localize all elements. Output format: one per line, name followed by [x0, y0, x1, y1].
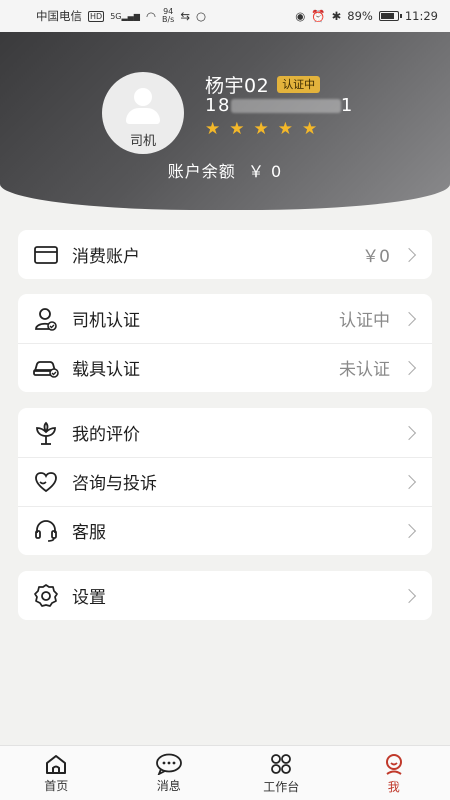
consumption-account-label: 消费账户 [72, 247, 140, 267]
certification-card: 司机认证 认证中 载具认证 未认证 [18, 294, 432, 392]
user-name: 杨宇02 [205, 75, 270, 97]
tab-me[interactable]: 我 [338, 746, 450, 800]
driver-icon [32, 305, 60, 333]
tab-home-label: 首页 [44, 778, 69, 793]
wallet-icon [32, 241, 60, 269]
account-card: 消费账户 ￥0 [18, 230, 432, 279]
car-icon [32, 354, 60, 382]
complaints-row[interactable]: 咨询与投诉 [18, 457, 432, 506]
chevron-right-icon [401, 247, 417, 262]
bluetooth-icon: ✱ [331, 9, 342, 23]
headset-icon [32, 517, 60, 545]
circle-icon: ○ [196, 9, 207, 23]
star-icon: ★ [302, 119, 318, 139]
bottom-tab-bar: 首页 消息 工作台 我 [0, 745, 450, 800]
avatar-role-label: 司机 [129, 134, 156, 149]
rating-stars: ★ ★ ★ ★ ★ [205, 121, 317, 138]
carrier-text: 中国电信 [36, 9, 82, 23]
star-icon: ★ [253, 119, 269, 139]
battery-icon [378, 11, 402, 21]
message-icon [155, 753, 183, 775]
workbench-icon [269, 752, 293, 776]
star-icon: ★ [205, 119, 221, 139]
vehicle-cert-row[interactable]: 载具认证 未认证 [18, 343, 432, 392]
driver-cert-value: 认证中 [339, 311, 390, 331]
customer-service-row[interactable]: 客服 [18, 506, 432, 555]
driver-cert-label: 司机认证 [72, 311, 140, 331]
settings-card: 设置 [18, 571, 432, 620]
my-reviews-row[interactable]: 我的评价 [18, 408, 432, 457]
star-icon: ★ [229, 119, 245, 139]
tab-messages-label: 消息 [156, 778, 181, 793]
chevron-right-icon [401, 588, 417, 603]
avatar-head-icon [134, 88, 152, 106]
avatar-body-icon [126, 108, 160, 124]
name-row: 杨宇02 认证中 [205, 71, 321, 98]
signal-icon: 5G▂▄▆ [110, 11, 140, 21]
status-bar: 中国电信 HD 5G▂▄▆ ◠ 94 B/s ⇆ ○ ◉ ⏰ ✱ 89% 11:2… [0, 0, 450, 32]
net-speed: 94 B/s [162, 7, 175, 24]
gear-icon [32, 582, 60, 610]
profile-icon [382, 752, 406, 776]
clock-time: 11:29 [404, 9, 438, 23]
vehicle-cert-value: 未认证 [339, 360, 390, 380]
vehicle-cert-label: 载具认证 [72, 360, 140, 380]
chevron-right-icon [401, 360, 417, 375]
flower-icon [32, 419, 60, 447]
chevron-right-icon [401, 474, 417, 489]
support-card: 我的评价 咨询与投诉 客服 [18, 408, 432, 555]
account-balance: 账户余额 ￥ 0 [167, 162, 283, 181]
profile-header: 司机 杨宇02 认证中 18 1 ★ ★ ★ ★ ★ 账户余额 ￥ 0 [0, 32, 450, 210]
chevron-right-icon [401, 425, 417, 440]
consumption-account-row[interactable]: 消费账户 ￥0 [18, 230, 432, 279]
settings-label: 设置 [72, 588, 106, 608]
chevron-right-icon [401, 523, 417, 538]
tab-messages[interactable]: 消息 [113, 746, 226, 800]
phone-redaction [230, 99, 341, 113]
tab-home[interactable]: 首页 [0, 746, 113, 800]
chevron-right-icon [401, 311, 417, 326]
link-icon: ⇆ [180, 9, 190, 23]
wifi-icon: ◠ [145, 9, 156, 23]
driver-cert-row[interactable]: 司机认证 认证中 [18, 294, 432, 343]
tab-workbench[interactable]: 工作台 [225, 746, 338, 800]
battery-percent: 89% [347, 9, 373, 23]
avatar[interactable]: 司机 [102, 72, 184, 154]
my-reviews-label: 我的评价 [72, 425, 140, 445]
phone-number: 18 1 [205, 95, 354, 116]
customer-service-label: 客服 [72, 523, 106, 543]
eye-icon: ◉ [295, 9, 306, 23]
home-icon [44, 753, 68, 775]
complaints-label: 咨询与投诉 [72, 474, 157, 494]
tab-workbench-label: 工作台 [263, 779, 300, 794]
tab-me-label: 我 [387, 779, 400, 794]
hd-icon: HD [88, 10, 105, 22]
alarm-icon: ⏰ [311, 9, 326, 23]
star-icon: ★ [277, 119, 293, 139]
settings-row[interactable]: 设置 [18, 571, 432, 620]
heart-chat-icon [32, 468, 60, 496]
consumption-account-value: ￥0 [362, 247, 390, 267]
status-badge: 认证中 [277, 76, 321, 93]
